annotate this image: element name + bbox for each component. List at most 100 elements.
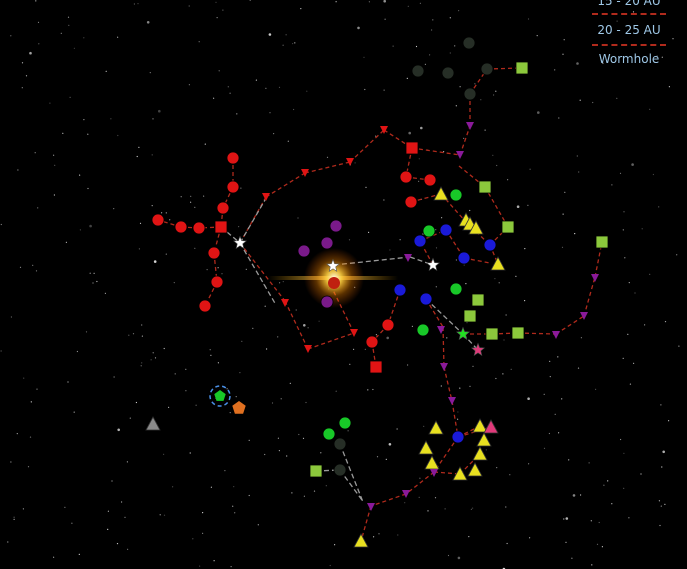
planet-icon[interactable] (462, 36, 476, 50)
background-star (173, 282, 175, 284)
planet-icon[interactable] (381, 318, 395, 332)
planet-icon[interactable] (192, 221, 206, 235)
star-map[interactable] (0, 0, 687, 569)
planet-icon[interactable] (320, 236, 334, 250)
planet-icon[interactable] (207, 246, 221, 260)
asteroid-field-icon[interactable] (418, 440, 434, 455)
waypoint-icon[interactable] (430, 469, 438, 477)
waypoint-icon[interactable] (591, 274, 599, 282)
station-icon[interactable] (478, 180, 492, 194)
station-icon[interactable] (214, 220, 228, 234)
planet-icon[interactable] (451, 430, 465, 444)
planet-icon[interactable] (449, 282, 463, 296)
planet-icon[interactable] (413, 234, 427, 248)
planet-icon[interactable] (174, 220, 188, 234)
planet-icon[interactable] (320, 295, 334, 309)
station-icon[interactable] (471, 293, 485, 307)
planet-icon[interactable] (441, 66, 455, 80)
jump-gate-icon[interactable] (471, 342, 485, 356)
waypoint-icon[interactable] (404, 254, 412, 262)
station-icon[interactable] (405, 141, 419, 155)
background-star (527, 204, 529, 206)
background-star (32, 264, 34, 266)
background-star (419, 2, 421, 4)
planet-icon[interactable] (393, 283, 407, 297)
asteroid-field-icon[interactable] (472, 446, 488, 461)
station-icon[interactable] (369, 360, 383, 374)
planet-icon[interactable] (419, 292, 433, 306)
jump-gate-icon[interactable] (426, 257, 440, 271)
background-star (557, 356, 559, 358)
planet-icon[interactable] (449, 188, 463, 202)
planet-icon[interactable] (411, 64, 425, 78)
station-icon[interactable] (595, 235, 609, 249)
asteroid-field-icon[interactable] (483, 419, 499, 434)
planet-icon[interactable] (480, 62, 494, 76)
waypoint-icon[interactable] (440, 363, 448, 371)
sun-core-planet-icon[interactable] (328, 277, 340, 289)
planet-icon[interactable] (463, 87, 477, 101)
asteroid-field-icon[interactable] (353, 533, 369, 548)
anomaly-icon[interactable] (232, 401, 246, 414)
planet-icon[interactable] (423, 173, 437, 187)
waypoint-icon[interactable] (301, 169, 309, 177)
planet-icon[interactable] (297, 244, 311, 258)
asteroid-field-icon[interactable] (145, 416, 161, 431)
planet-icon[interactable] (226, 180, 240, 194)
asteroid-field-icon[interactable] (467, 462, 483, 477)
planet-icon[interactable] (333, 463, 347, 477)
planet-icon[interactable] (457, 251, 471, 265)
planet-icon[interactable] (416, 323, 430, 337)
player-fleet-icon[interactable] (214, 390, 226, 401)
planet-icon[interactable] (198, 299, 212, 313)
planet-icon[interactable] (365, 335, 379, 349)
background-star (472, 365, 474, 367)
planet-icon[interactable] (422, 224, 436, 238)
waypoint-icon[interactable] (367, 503, 375, 511)
asteroid-field-icon[interactable] (424, 455, 440, 470)
asteroid-field-icon[interactable] (472, 418, 488, 433)
background-star (65, 241, 67, 243)
background-star (463, 264, 465, 266)
station-icon[interactable] (515, 61, 529, 75)
waypoint-icon[interactable] (350, 329, 358, 337)
waypoint-icon[interactable] (262, 193, 270, 201)
station-icon[interactable] (463, 309, 477, 323)
planet-icon[interactable] (210, 275, 224, 289)
station-icon[interactable] (485, 327, 499, 341)
planet-icon[interactable] (483, 238, 497, 252)
waypoint-icon[interactable] (448, 397, 456, 405)
planet-icon[interactable] (439, 223, 453, 237)
planet-icon[interactable] (226, 151, 240, 165)
background-star (67, 16, 70, 18)
planet-icon[interactable] (399, 170, 413, 184)
planet-icon[interactable] (216, 201, 230, 215)
planet-icon[interactable] (338, 416, 352, 430)
waypoint-icon[interactable] (437, 326, 445, 334)
background-star (496, 164, 498, 167)
asteroid-field-icon[interactable] (476, 432, 492, 447)
station-icon[interactable] (309, 464, 323, 478)
background-star (649, 108, 651, 110)
waypoint-icon[interactable] (402, 490, 410, 498)
waypoint-icon[interactable] (346, 158, 354, 166)
background-star (516, 205, 520, 208)
asteroid-field-icon[interactable] (428, 420, 444, 435)
asteroid-field-icon[interactable] (490, 256, 506, 271)
planet-icon[interactable] (404, 195, 418, 209)
station-icon[interactable] (501, 220, 515, 234)
waypoint-icon[interactable] (281, 299, 289, 307)
jump-gate-icon[interactable] (233, 235, 247, 249)
background-star (580, 494, 582, 496)
planet-icon[interactable] (322, 427, 336, 441)
planet-icon[interactable] (333, 437, 347, 451)
waypoint-icon[interactable] (580, 312, 588, 320)
planet-icon[interactable] (151, 213, 165, 227)
waypoint-icon[interactable] (304, 345, 312, 353)
waypoint-icon[interactable] (552, 331, 560, 339)
asteroid-field-icon[interactable] (433, 186, 449, 201)
background-star (233, 486, 235, 488)
planet-icon[interactable] (329, 219, 343, 233)
waypoint-icon[interactable] (466, 122, 474, 130)
station-icon[interactable] (511, 326, 525, 340)
